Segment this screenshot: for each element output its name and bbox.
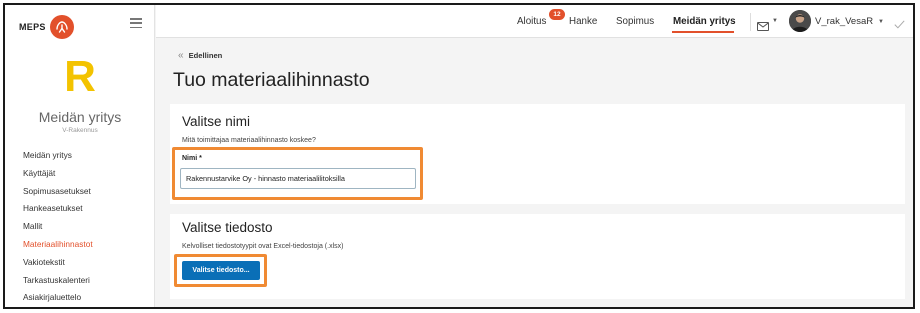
- nav-meidan-yritys[interactable]: Meidän yritys: [673, 16, 736, 27]
- company-subtitle: V-Rakennus: [62, 127, 98, 134]
- name-section: Valitse nimi Mitä toimittajaa materiaali…: [170, 104, 905, 204]
- notification-badge: 12: [549, 9, 565, 20]
- user-chevron-down-icon[interactable]: ▼: [878, 19, 884, 25]
- nav-sopimus[interactable]: Sopimus: [616, 16, 654, 27]
- file-section-help: Kelvolliset tiedostotyypit ovat Excel-ti…: [182, 243, 344, 250]
- file-section: Valitse tiedosto Kelvolliset tiedostotyy…: [170, 214, 905, 299]
- name-field-label: Nimi *: [182, 155, 202, 162]
- sidebar-item-hankeasetukset[interactable]: Hankeasetukset: [23, 200, 93, 218]
- name-section-title: Valitse nimi: [182, 114, 251, 129]
- sidebar: MEPS R Meidän yritys V-Rakennus Meidän y…: [5, 5, 155, 307]
- choose-file-button[interactable]: Valitse tiedosto...: [182, 261, 260, 280]
- sidebar-item-materiaalihinnastot[interactable]: Materiaalihinnastot: [23, 236, 93, 254]
- brand-text: MEPS: [19, 22, 46, 32]
- sidebar-menu: Meidän yritys Käyttäjät Sopimusasetukset…: [23, 147, 93, 307]
- avatar[interactable]: [789, 10, 811, 32]
- meps-logo-icon: [49, 15, 74, 39]
- sidebar-item-mallit[interactable]: Mallit: [23, 218, 93, 236]
- company-logo-letter: R: [64, 52, 96, 101]
- mail-icon[interactable]: [757, 18, 769, 36]
- file-section-title: Valitse tiedosto: [182, 220, 273, 235]
- nav-hanke[interactable]: Hanke: [569, 16, 597, 27]
- name-field[interactable]: [180, 168, 416, 189]
- check-icon[interactable]: [894, 16, 905, 34]
- user-name[interactable]: V_rak_VesaR: [815, 16, 873, 27]
- top-navigation: Aloitus 12 Hanke Sopimus Meidän yritys ▼…: [156, 5, 913, 38]
- sidebar-item-sopimusasetukset[interactable]: Sopimusasetukset: [23, 183, 93, 201]
- nav-aloitus[interactable]: Aloitus: [517, 16, 546, 27]
- company-name: Meidän yritys: [38, 109, 122, 125]
- app-window: MEPS R Meidän yritys V-Rakennus Meidän y…: [3, 3, 915, 309]
- back-link-label: Edellinen: [188, 51, 223, 60]
- sidebar-item-meidan-yritys[interactable]: Meidän yritys: [23, 147, 93, 165]
- back-chevron-icon: «: [178, 50, 184, 61]
- menu-icon[interactable]: [130, 18, 142, 28]
- nav-divider: [750, 13, 751, 31]
- brand-logo[interactable]: MEPS: [19, 15, 74, 39]
- sidebar-item-tarkastuskalenteri[interactable]: Tarkastuskalenteri: [23, 272, 93, 290]
- mail-dropdown-chevron-down-icon[interactable]: ▼: [772, 18, 778, 24]
- sidebar-item-kayttajat[interactable]: Käyttäjät: [23, 165, 93, 183]
- page-title: Tuo materiaalihinnasto: [173, 69, 370, 91]
- active-nav-indicator: [672, 31, 734, 33]
- sidebar-item-asiakirjaluettelo[interactable]: Asiakirjaluettelo: [23, 289, 93, 307]
- sidebar-item-vakiotekstit[interactable]: Vakiotekstit: [23, 254, 93, 272]
- back-link[interactable]: « Edellinen: [178, 50, 222, 61]
- name-section-help: Mitä toimittajaa materiaalihinnasto kosk…: [182, 137, 316, 144]
